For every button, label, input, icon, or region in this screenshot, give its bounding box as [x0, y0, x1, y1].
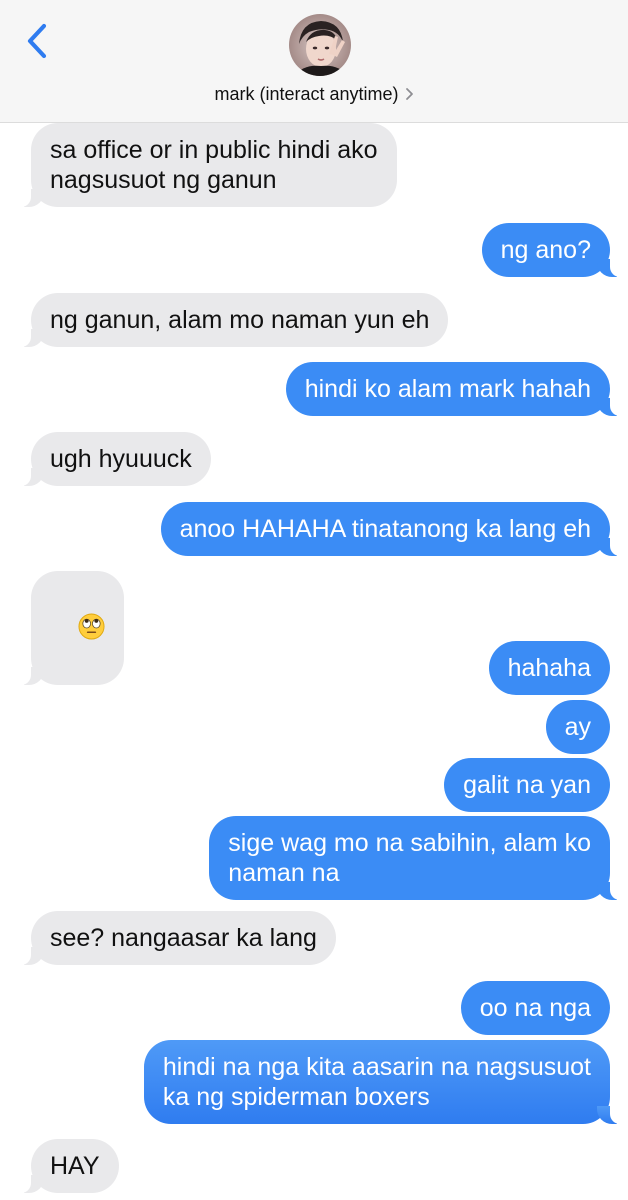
incoming-message[interactable]: see? nangaasar ka lang [19, 911, 336, 965]
outgoing-message[interactable]: ng ano? [481, 223, 623, 277]
face-with-rolling-eyes-icon [78, 613, 105, 640]
outgoing-message[interactable]: ay [545, 700, 610, 754]
contact-name: mark (interact anytime) [214, 84, 399, 104]
incoming-message[interactable]: HAY [19, 1139, 119, 1193]
message-thread[interactable]: sa office or in public hindi ako nagsusu… [0, 123, 628, 1200]
outgoing-message[interactable]: hindi na nga kita aasarin na nagsusuot k… [143, 1040, 623, 1124]
avatar-photo [289, 14, 351, 76]
outgoing-message[interactable]: hahaha [488, 641, 610, 695]
outgoing-message[interactable]: anoo HAHAHA tinatanong ka lang eh [160, 502, 623, 556]
chevron-left-icon [27, 23, 47, 59]
incoming-message[interactable]: ugh hyuuuck [19, 432, 211, 486]
incoming-message[interactable]: sa office or in public hindi ako nagsusu… [19, 123, 397, 207]
outgoing-message[interactable]: galit na yan [444, 758, 610, 812]
conversation-header: mark (interact anytime) [0, 0, 628, 123]
contact-avatar[interactable] [289, 14, 351, 76]
chevron-right-icon [405, 88, 413, 100]
outgoing-message[interactable]: sige wag mo na sabihin, alam ko naman na [209, 816, 622, 900]
incoming-message[interactable] [19, 571, 124, 685]
outgoing-message[interactable]: oo na nga [460, 981, 610, 1035]
back-button[interactable] [18, 18, 58, 64]
contact-name-button[interactable]: mark (interact anytime) [0, 84, 628, 105]
incoming-message[interactable]: ng ganun, alam mo naman yun eh [18, 293, 449, 347]
outgoing-message[interactable]: hindi ko alam mark hahah [285, 362, 623, 416]
